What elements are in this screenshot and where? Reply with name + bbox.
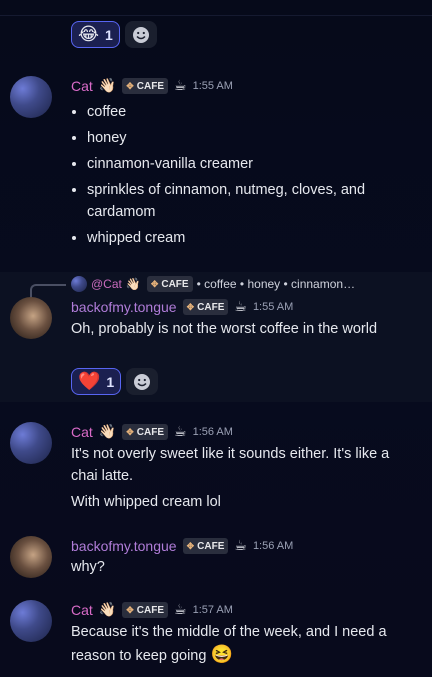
coffee-icon: ☕: [234, 299, 247, 315]
list-item: honey: [87, 127, 411, 149]
coffee-icon: ☕: [174, 78, 187, 94]
add-reaction-button[interactable]: [124, 21, 157, 48]
tag-icon: ✥: [186, 540, 195, 551]
avatar[interactable]: [10, 297, 52, 339]
bullet-list: coffee honey cinnamon-vanilla creamer sp…: [71, 101, 411, 249]
message-header: Cat 👋🏻 ✥ CAFE ☕ 1:56 AM: [71, 424, 233, 440]
timestamp: 1:55 AM: [252, 301, 294, 313]
reaction-laugh[interactable]: 😂 1: [71, 21, 120, 48]
tag-icon: ✥: [126, 604, 134, 615]
list-item: cinnamon-vanilla creamer: [87, 153, 411, 175]
coffee-icon: ☕: [174, 424, 187, 440]
guild-tag[interactable]: ✥ CAFE: [182, 299, 229, 315]
username[interactable]: Cat: [71, 78, 93, 94]
guild-tag[interactable]: ✥ CAFE: [122, 424, 169, 440]
reaction-count: 1: [106, 373, 115, 390]
grin-emoji: 😆: [210, 644, 233, 664]
tag-icon: ✥: [126, 426, 134, 437]
message-content: With whipped cream lol: [71, 494, 221, 510]
guild-tag[interactable]: ✥ CAFE: [182, 538, 229, 554]
hand-emoji: 👋🏻: [98, 602, 117, 618]
message-content: It's not overly sweet like it sounds eit…: [71, 446, 390, 484]
reply-preview: • coffee • honey • cinnamon…: [196, 277, 356, 291]
guild-tag: ✥ CAFE: [146, 276, 193, 292]
hand-emoji: 👋🏻: [125, 277, 141, 291]
timestamp: 1:56 AM: [192, 426, 233, 438]
username[interactable]: Cat: [71, 424, 93, 440]
reply-username[interactable]: @Cat: [91, 277, 122, 291]
message-content: Because it's the middle of the week, and…: [71, 621, 411, 667]
message-header: backofmy.tongue ✥ CAFE ☕ 1:55 AM: [71, 299, 293, 315]
message-content: why?: [71, 559, 105, 575]
list-item: whipped cream: [87, 227, 411, 249]
timestamp: 1:56 AM: [252, 540, 294, 552]
message-header: Cat 👋🏻 ✥ CAFE ☕ 1:55 AM: [71, 78, 233, 94]
guild-tag[interactable]: ✥ CAFE: [122, 78, 169, 94]
avatar[interactable]: [10, 536, 52, 578]
tag-icon: ✥: [186, 301, 195, 312]
timestamp: 1:55 AM: [192, 80, 233, 92]
coffee-icon: ☕: [234, 538, 247, 554]
message-content: Oh, probably is not the worst coffee in …: [71, 321, 378, 337]
divider: [0, 15, 432, 16]
username[interactable]: Cat: [71, 602, 93, 618]
username[interactable]: backofmy.tongue: [71, 299, 177, 315]
guild-tag[interactable]: ✥ CAFE: [122, 602, 169, 618]
heart-emoji: ❤️: [78, 370, 101, 392]
timestamp: 1:57 AM: [192, 604, 233, 616]
reply-reference[interactable]: @Cat 👋🏻 ✥ CAFE • coffee • honey • cinnamo…: [71, 276, 355, 292]
add-reaction-button[interactable]: [126, 368, 159, 395]
reaction-bar: ❤️ 1: [71, 368, 159, 395]
avatar[interactable]: [10, 422, 52, 464]
laughing-emoji: 😂: [78, 23, 100, 45]
list-item: sprinkles of cinnamon, nutmeg, cloves, a…: [87, 179, 411, 223]
username[interactable]: backofmy.tongue: [71, 538, 177, 554]
smiley-icon: [132, 26, 149, 43]
tag-icon: ✥: [126, 80, 134, 91]
smiley-icon: [134, 373, 151, 390]
message-header: Cat 👋🏻 ✥ CAFE ☕ 1:57 AM: [71, 602, 233, 618]
reply-avatar: [71, 276, 87, 292]
coffee-icon: ☕: [174, 602, 187, 618]
list-item: coffee: [87, 101, 411, 123]
reaction-heart[interactable]: ❤️ 1: [71, 368, 122, 395]
message-content: coffee honey cinnamon-vanilla creamer sp…: [71, 101, 411, 253]
avatar[interactable]: [10, 76, 52, 118]
message-header: backofmy.tongue ✥ CAFE ☕ 1:56 AM: [71, 538, 293, 554]
avatar[interactable]: [10, 600, 52, 642]
tag-icon: ✥: [150, 278, 159, 289]
hand-emoji: 👋🏻: [98, 78, 117, 94]
reaction-bar: 😂 1: [71, 21, 157, 48]
hand-emoji: 👋🏻: [98, 424, 117, 440]
reaction-count: 1: [105, 26, 113, 43]
